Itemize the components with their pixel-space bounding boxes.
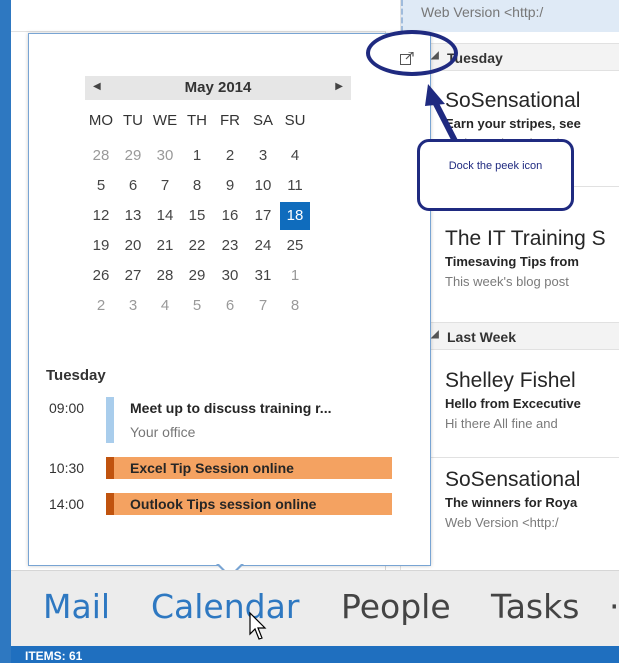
weekday-label: SU bbox=[284, 112, 306, 129]
weekday-label: SA bbox=[252, 112, 273, 129]
message-separator bbox=[401, 457, 619, 458]
weekday-label: TH bbox=[187, 112, 207, 129]
annotation-circle bbox=[366, 30, 458, 76]
event-title: Excel Tip Session online bbox=[130, 460, 294, 476]
calendar-day[interactable]: 7 bbox=[248, 292, 278, 320]
calendar-day[interactable]: 8 bbox=[280, 292, 310, 320]
calendar-day[interactable]: 8 bbox=[182, 172, 212, 200]
calendar-day[interactable]: 15 bbox=[182, 202, 212, 230]
calendar-day[interactable]: 25 bbox=[280, 232, 310, 260]
calendar-day[interactable]: 9 bbox=[215, 172, 245, 200]
calendar-day[interactable]: 24 bbox=[248, 232, 278, 260]
message-preview: Hi there All fine and bbox=[445, 416, 558, 431]
folder-pane-header bbox=[11, 0, 386, 32]
calendar-day[interactable]: 3 bbox=[248, 142, 278, 170]
calendar-day[interactable]: 30 bbox=[150, 142, 180, 170]
annotation-callout: Dock the peek icon bbox=[417, 139, 574, 211]
event-time: 10:30 bbox=[49, 460, 85, 476]
weekday-label: FR bbox=[220, 112, 240, 129]
nav-more[interactable]: · bbox=[609, 587, 619, 626]
message-subject: Earn your stripes, see bbox=[445, 116, 581, 131]
event-color-bar bbox=[106, 493, 114, 515]
calendar-day[interactable]: 6 bbox=[215, 292, 245, 320]
event-time: 09:00 bbox=[49, 400, 85, 416]
message-subject: The winners for Roya bbox=[445, 495, 578, 510]
calendar-day[interactable]: 29 bbox=[182, 262, 212, 290]
message-subject: Timesaving Tips from bbox=[445, 254, 579, 269]
event-color-bar bbox=[106, 397, 114, 443]
calendar-day[interactable]: 11 bbox=[280, 172, 310, 200]
event-color-bar bbox=[106, 457, 114, 479]
calendar-day[interactable]: 4 bbox=[280, 142, 310, 170]
message-item[interactable]: SoSensational The winners for Roya Web V… bbox=[401, 467, 619, 533]
weekday-label: TU bbox=[123, 112, 143, 129]
group-header-last-week[interactable]: ◢ Last Week bbox=[401, 322, 619, 350]
calendar-day[interactable]: 2 bbox=[86, 292, 116, 320]
calendar-day[interactable]: 22 bbox=[182, 232, 212, 260]
agenda-day-label: Tuesday bbox=[46, 367, 106, 384]
nav-people[interactable]: People bbox=[341, 587, 451, 626]
nav-tasks[interactable]: Tasks bbox=[491, 587, 579, 626]
navigation-bar: Mail Calendar People Tasks · bbox=[11, 570, 619, 646]
event-block: Outlook Tips session online bbox=[106, 493, 392, 515]
calendar-day[interactable]: 1 bbox=[280, 262, 310, 290]
message-sender: SoSensational bbox=[445, 468, 581, 491]
calendar-peek: ◀ May 2014 ▶ MO TU WE TH FR SA SU 28 29 30 1 2 3 4 5 6… bbox=[28, 33, 431, 566]
event-location: Your office bbox=[130, 424, 196, 440]
calendar-day[interactable]: 29 bbox=[118, 142, 148, 170]
weekday-label: MO bbox=[88, 112, 114, 129]
item-count: ITEMS: 61 bbox=[25, 649, 83, 663]
message-preview-top[interactable]: Web Version <http:/ bbox=[401, 0, 619, 32]
month-title[interactable]: May 2014 bbox=[85, 79, 351, 96]
calendar-day[interactable]: 20 bbox=[118, 232, 148, 260]
message-list: Web Version <http:/ ◢ Tuesday SoSensatio… bbox=[400, 0, 619, 570]
window-left-border bbox=[0, 0, 11, 663]
message-item[interactable]: Shelley Fishel Hello from Excecutive Hi … bbox=[401, 368, 619, 434]
message-sender: SoSensational bbox=[445, 89, 581, 112]
collapse-triangle-icon[interactable]: ◢ bbox=[431, 329, 439, 340]
calendar-day[interactable]: 12 bbox=[86, 202, 116, 230]
message-subject: Hello from Excecutive bbox=[445, 396, 581, 411]
calendar-day[interactable]: 7 bbox=[150, 172, 180, 200]
message-preview: This week's blog post bbox=[445, 274, 569, 289]
calendar-day[interactable]: 27 bbox=[118, 262, 148, 290]
calendar-day[interactable]: 16 bbox=[215, 202, 245, 230]
message-item[interactable]: The IT Training S Timesaving Tips from T… bbox=[401, 226, 619, 292]
calendar-day[interactable]: 3 bbox=[118, 292, 148, 320]
month-header: ◀ May 2014 ▶ bbox=[85, 76, 351, 100]
calendar-day[interactable]: 5 bbox=[182, 292, 212, 320]
calendar-day[interactable]: 30 bbox=[215, 262, 245, 290]
event-title: Meet up to discuss training r... bbox=[130, 400, 332, 416]
status-bar: ITEMS: 61 bbox=[11, 646, 619, 663]
message-sender: Shelley Fishel bbox=[445, 369, 576, 392]
calendar-day[interactable]: 1 bbox=[182, 142, 212, 170]
event-title: Outlook Tips session online bbox=[130, 496, 317, 512]
calendar-day[interactable]: 23 bbox=[215, 232, 245, 260]
calendar-day[interactable]: 13 bbox=[118, 202, 148, 230]
next-month-icon[interactable]: ▶ bbox=[335, 81, 343, 92]
mouse-cursor-icon bbox=[249, 612, 267, 640]
weekday-label: WE bbox=[152, 112, 178, 129]
calendar-day[interactable]: 6 bbox=[118, 172, 148, 200]
calendar-day-today[interactable]: 18 bbox=[280, 202, 310, 230]
event-block: Excel Tip Session online bbox=[106, 457, 392, 479]
calendar-day[interactable]: 10 bbox=[248, 172, 278, 200]
nav-mail[interactable]: Mail bbox=[43, 587, 110, 626]
calendar-day[interactable]: 31 bbox=[248, 262, 278, 290]
calendar-day[interactable]: 28 bbox=[86, 142, 116, 170]
message-preview: Web Version <http:/ bbox=[445, 515, 559, 530]
calendar-day[interactable]: 2 bbox=[215, 142, 245, 170]
calendar-day[interactable]: 4 bbox=[150, 292, 180, 320]
calendar-day[interactable]: 14 bbox=[150, 202, 180, 230]
calendar-day[interactable]: 19 bbox=[86, 232, 116, 260]
calendar-day[interactable]: 28 bbox=[150, 262, 180, 290]
calendar-day[interactable]: 26 bbox=[86, 262, 116, 290]
calendar-day[interactable]: 17 bbox=[248, 202, 278, 230]
calendar-day[interactable]: 21 bbox=[150, 232, 180, 260]
event-time: 14:00 bbox=[49, 496, 85, 512]
message-sender: The IT Training S bbox=[445, 227, 606, 250]
nav-calendar[interactable]: Calendar bbox=[151, 587, 299, 626]
calendar-day[interactable]: 5 bbox=[86, 172, 116, 200]
